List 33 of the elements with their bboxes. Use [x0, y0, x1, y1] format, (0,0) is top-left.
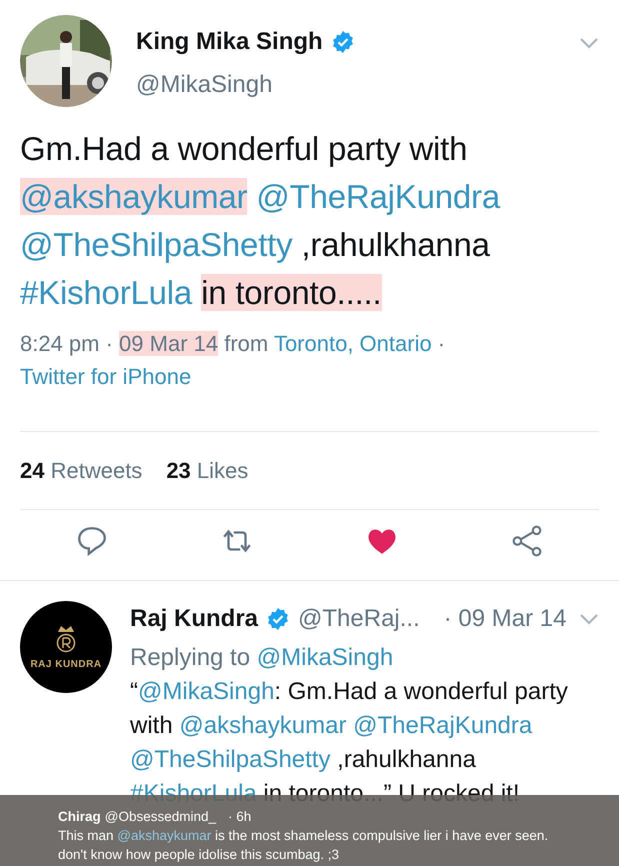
user-name: Raj Kundra: [130, 604, 258, 634]
text-run: 09 Mar 14: [119, 331, 218, 356]
stat-count: 24 Retweets: [20, 457, 142, 485]
user-name: King Mika Singh: [136, 27, 323, 57]
link[interactable]: Toronto, Ontario: [274, 331, 432, 356]
link[interactable]: @MikaSingh: [138, 678, 274, 705]
link[interactable]: @TheShilpaShetty: [20, 226, 292, 263]
text-run: in toronto.....: [201, 274, 382, 311]
stat-count: 23 Likes: [166, 457, 248, 485]
link[interactable]: @akshaykumar: [117, 828, 212, 843]
logo-text: RAJ KUNDRA: [30, 658, 102, 672]
share-icon[interactable]: [510, 524, 544, 558]
replying-to-text: Replying to @MikaSingh: [130, 643, 394, 673]
tweet-time: · 6h: [228, 808, 252, 826]
text-run: Gm.Had a wonderful party with: [20, 130, 468, 167]
link[interactable]: @TheRajKundra: [247, 178, 500, 215]
user-handle: @MikaSingh: [136, 70, 274, 100]
tweet-time: · 09 Mar 14: [444, 604, 566, 634]
text-run: from: [223, 331, 270, 356]
user-name: Chirag: [58, 808, 101, 826]
link[interactable]: @TheRajKundra: [346, 712, 532, 739]
user-handle: @TheRaj...: [298, 604, 420, 634]
caption-text: This man @akshaykumar is the most shameless compulsive lier i have ever seen. don't know how people idolise this scumbag. ;3: [58, 827, 550, 864]
link[interactable]: @TheShilpaShetty: [130, 746, 330, 773]
link[interactable]: @akshaykumar: [20, 178, 248, 215]
user-handle: @Obsessedmind_: [104, 808, 216, 826]
text-run: ,rahulkhanna: [300, 226, 490, 263]
text-run: 8:24 pm ·: [20, 331, 114, 356]
link[interactable]: Twitter for iPhone: [20, 364, 192, 389]
link[interactable]: @akshaykumar: [179, 712, 346, 739]
text-run: ·: [436, 331, 446, 356]
link[interactable]: #KishorLula: [20, 274, 202, 311]
link[interactable]: @MikaSingh: [256, 644, 394, 671]
